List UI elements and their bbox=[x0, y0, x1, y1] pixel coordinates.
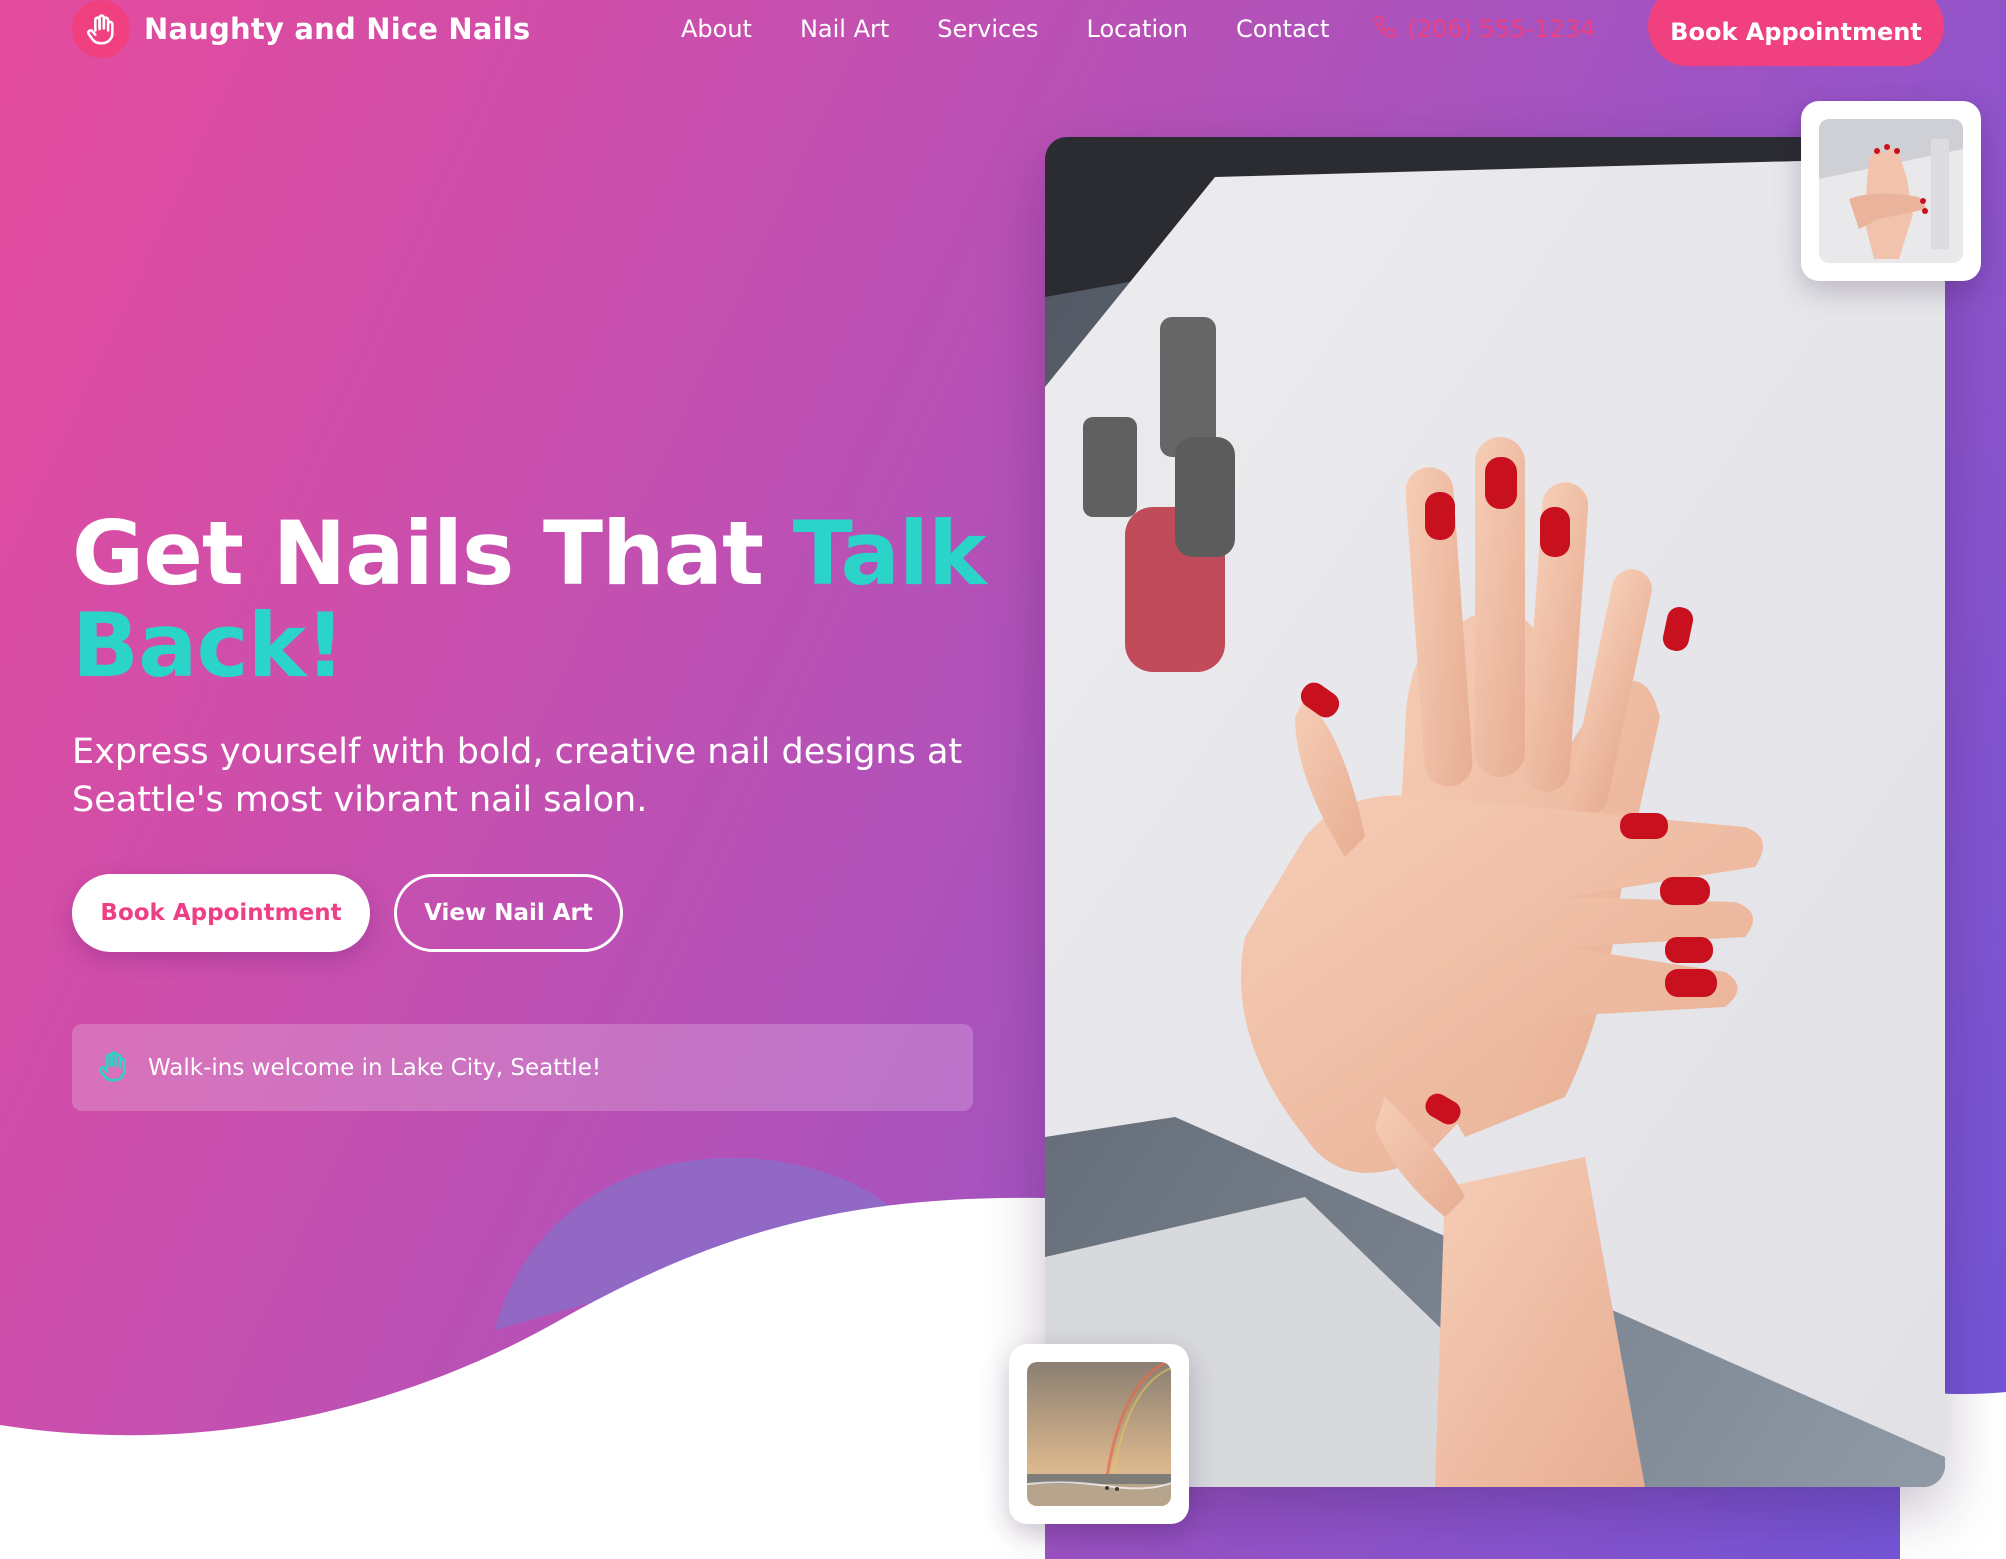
rainbow-beach-thumbnail bbox=[1027, 1362, 1171, 1506]
nav-link-location[interactable]: Location bbox=[1087, 15, 1189, 43]
header-book-appointment-button[interactable]: Book Appointment bbox=[1648, 0, 1944, 66]
main-nav: About Nail Art Services Location Contact… bbox=[681, 0, 1595, 58]
nav-link-about[interactable]: About bbox=[681, 15, 752, 43]
brand[interactable]: Naughty and Nice Nails bbox=[72, 0, 530, 58]
walk-in-notice: Walk-ins welcome in Lake City, Seattle! bbox=[72, 1024, 973, 1111]
manicure-thumbnail bbox=[1819, 119, 1963, 263]
phone-icon bbox=[1373, 15, 1397, 43]
hero-subtext: Express yourself with bold, creative nai… bbox=[72, 732, 963, 820]
nav-phone-link[interactable]: (206) 555-1234 bbox=[1373, 15, 1595, 43]
nav-link-services[interactable]: Services bbox=[937, 15, 1038, 43]
view-nail-art-button[interactable]: View Nail Art bbox=[394, 874, 623, 952]
nav-link-nail-art[interactable]: Nail Art bbox=[800, 15, 889, 43]
hand-icon bbox=[72, 0, 130, 58]
nav-phone-number: (206) 555-1234 bbox=[1407, 15, 1596, 43]
manicure-thumbnail-frame[interactable] bbox=[1801, 101, 1981, 281]
hero-headline: Get Nails That Talk Back! bbox=[72, 508, 1012, 692]
brand-name: Naughty and Nice Nails bbox=[144, 12, 531, 46]
walk-in-text: Walk-ins welcome in Lake City, Seattle! bbox=[148, 1054, 602, 1081]
red-manicured-hands-photo bbox=[1045, 137, 1945, 1487]
book-appointment-button[interactable]: Book Appointment bbox=[72, 874, 370, 952]
headline-main: Get Nails That bbox=[72, 502, 793, 605]
rainbow-beach-thumbnail-frame[interactable] bbox=[1009, 1344, 1189, 1524]
hand-icon bbox=[96, 1049, 130, 1087]
nav-link-contact[interactable]: Contact bbox=[1236, 15, 1329, 43]
